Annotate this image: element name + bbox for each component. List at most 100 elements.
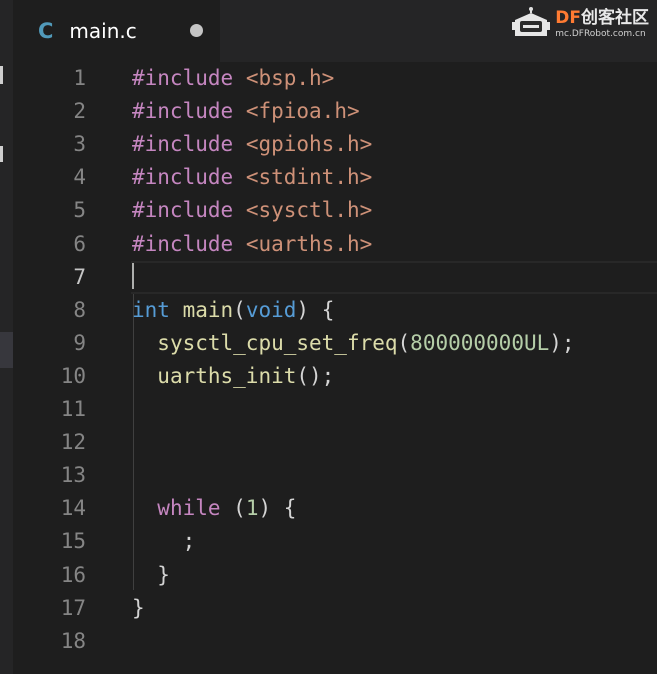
code-token: (); — [296, 363, 335, 388]
code-token: <uarths.h> — [245, 231, 373, 256]
code-token: ( — [233, 297, 246, 322]
code-text: int main(void) { — [132, 294, 334, 327]
line-number: 17 — [60, 595, 86, 620]
line-number: 15 — [60, 529, 86, 554]
code-token: #include — [132, 132, 234, 157]
code-line[interactable]: 12 — [13, 426, 657, 459]
code-token: 1 — [245, 496, 259, 521]
code-editor-window: C main.c DF创客社区 mc.DFRobot.com.cn 1 #incl… — [0, 0, 657, 674]
code-text: } — [132, 592, 145, 625]
line-number: 4 — [73, 165, 86, 190]
tab-bar: C main.c DF创客社区 mc.DFRobot.com.cn — [13, 0, 657, 62]
line-number: 12 — [60, 430, 86, 455]
code-token: ); — [549, 330, 575, 355]
code-token: #include — [132, 165, 234, 190]
line-number: 13 — [60, 463, 86, 488]
editor-area[interactable]: 1 #include <bsp.h> 2 #include <fpioa.h> 3 #in… — [13, 62, 657, 674]
code-token: sysctl_cpu_set_freq — [157, 330, 398, 355]
code-token: <fpioa.h> — [245, 99, 360, 124]
code-line[interactable]: 16 } — [13, 559, 657, 592]
code-line[interactable]: 17} — [13, 592, 657, 625]
code-line[interactable]: 13 — [13, 459, 657, 492]
robot-logo-icon — [512, 7, 551, 36]
code-token: ( — [397, 330, 411, 355]
sidebar-selection — [0, 332, 13, 368]
code-text: sysctl_cpu_set_freq(800000000UL); — [132, 327, 575, 360]
code-token: <gpiohs.h> — [245, 132, 373, 157]
code-line[interactable]: 9 sysctl_cpu_set_freq(800000000UL); — [13, 327, 657, 360]
watermark-brand: DF创客社区 — [555, 8, 649, 28]
line-number: 1 — [73, 66, 86, 90]
code-text: #include <bsp.h> — [132, 62, 334, 95]
code-token: main — [182, 297, 234, 322]
code-text: uarths_init(); — [132, 360, 334, 393]
code-token: <sysctl.h> — [245, 198, 373, 223]
line-number: 8 — [73, 297, 86, 322]
line-number: 2 — [73, 99, 86, 124]
code-token: ; — [132, 529, 196, 554]
code-line[interactable]: 6 #include <uarths.h> — [13, 228, 657, 261]
line-number: 18 — [60, 628, 86, 653]
code-text: #include <fpioa.h> — [132, 95, 360, 128]
code-line[interactable]: 15 ; — [13, 525, 657, 558]
activity-strip — [0, 0, 13, 674]
code-token: } — [132, 595, 145, 620]
code-token: ) { — [258, 496, 297, 521]
code-token: #include — [132, 66, 234, 90]
code-line[interactable]: 18 — [13, 625, 657, 658]
code-line[interactable]: 10 uarths_init(); — [13, 360, 657, 393]
code-token: <bsp.h> — [245, 66, 335, 90]
tab-main-c[interactable]: C main.c — [13, 0, 220, 62]
code-token: #include — [132, 198, 234, 223]
line-number: 9 — [73, 330, 86, 355]
code-token: 800000000UL — [410, 330, 550, 355]
sidebar-indicator — [0, 66, 3, 84]
tab-title: main.c — [69, 19, 137, 43]
code-line[interactable]: 8 int main(void) { — [13, 294, 657, 327]
code-token: ) { — [296, 297, 335, 322]
line-number: 5 — [73, 198, 86, 223]
code-token: ( — [220, 496, 246, 521]
c-file-icon: C — [38, 19, 54, 43]
code-token: void — [245, 297, 297, 322]
code-line[interactable]: 4 #include <stdint.h> — [13, 161, 657, 194]
code-token: uarths_init — [157, 363, 297, 388]
code-line[interactable]: 5 #include <sysctl.h> — [13, 194, 657, 227]
code-line[interactable]: 14 while (1) { — [13, 492, 657, 525]
dfrobot-watermark: DF创客社区 mc.DFRobot.com.cn — [511, 6, 649, 42]
code-token: #include — [132, 99, 234, 124]
sidebar-indicator — [0, 146, 3, 162]
code-token: #include — [132, 231, 234, 256]
watermark-url: mc.DFRobot.com.cn — [555, 29, 646, 39]
code-token: int — [132, 297, 170, 322]
code-line[interactable]: 11 — [13, 393, 657, 426]
code-line[interactable]: 1 #include <bsp.h> — [13, 62, 657, 95]
line-number: 16 — [60, 562, 86, 587]
code-token: <stdint.h> — [245, 165, 373, 190]
code-text: #include <gpiohs.h> — [132, 128, 372, 161]
line-number: 7 — [73, 264, 86, 289]
code-text: ; — [132, 525, 196, 558]
code-text: #include <stdint.h> — [132, 161, 372, 194]
code-line[interactable]: 7 — [13, 260, 657, 294]
line-number: 10 — [60, 363, 86, 388]
line-number: 3 — [73, 132, 86, 157]
unsaved-dot-icon[interactable] — [190, 24, 203, 37]
code-text: while (1) { — [132, 492, 296, 525]
code-text: #include <sysctl.h> — [132, 194, 372, 227]
code-line[interactable]: 3 #include <gpiohs.h> — [13, 128, 657, 161]
code-text: } — [132, 559, 170, 592]
code-line[interactable]: 2 #include <fpioa.h> — [13, 95, 657, 128]
line-number: 11 — [60, 397, 86, 421]
line-number: 6 — [73, 231, 86, 256]
